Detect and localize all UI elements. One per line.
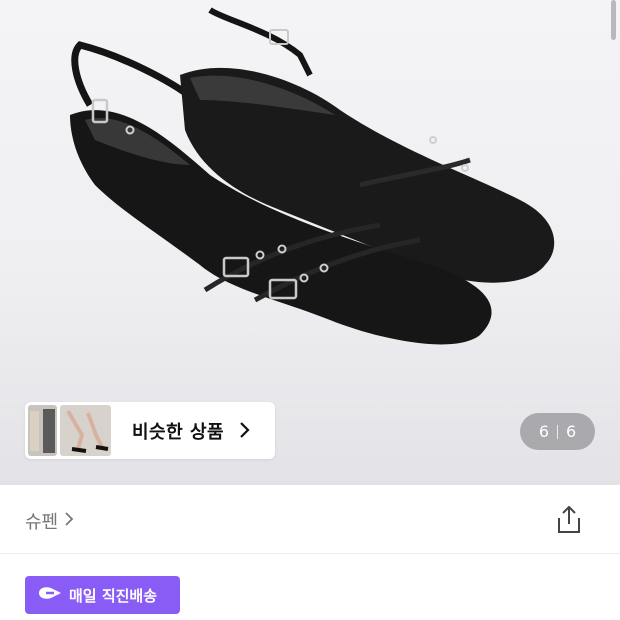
similar-products-label: 비슷한 상품 <box>132 422 225 443</box>
delivery-badge: 매일 직진배송 <box>25 576 180 614</box>
similar-thumbnail <box>28 405 57 456</box>
delivery-badge-label: 매일 직진배송 <box>69 586 158 605</box>
delivery-arrow-icon <box>37 585 63 605</box>
image-counter: 6 6 <box>520 413 595 450</box>
counter-divider <box>557 424 558 439</box>
similar-products-button[interactable]: 비슷한 상품 <box>25 402 275 459</box>
share-icon <box>555 505 583 539</box>
similar-thumbnail <box>60 405 111 456</box>
share-button[interactable] <box>555 505 583 539</box>
scrollbar[interactable] <box>611 0 616 40</box>
chevron-right-icon <box>239 421 251 443</box>
product-image-area[interactable]: 비슷한 상품 6 6 <box>0 0 620 485</box>
chevron-right-icon <box>64 511 74 532</box>
brand-name: 슈펜 <box>25 512 59 533</box>
image-counter-current: 6 <box>538 422 549 441</box>
image-counter-total: 6 <box>566 422 577 441</box>
brand-row: 슈펜 <box>0 485 620 554</box>
brand-link[interactable]: 슈펜 <box>25 508 74 534</box>
